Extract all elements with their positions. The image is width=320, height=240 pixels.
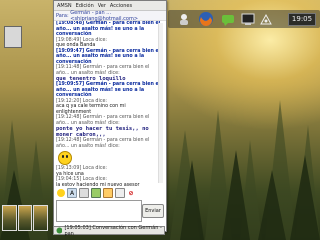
message-input[interactable] — [56, 200, 142, 222]
chat-scrollbar[interactable] — [158, 23, 163, 183]
to-value: Germán - pan ... <shipriang@hotmail.com> — [70, 9, 139, 22]
chat-line: [19:12:48] Germán - para cerra bien el a… — [56, 115, 150, 126]
chat-window: AMSN Edición Ver Acciones Para: Germán -… — [53, 0, 167, 232]
workspace-thumb[interactable] — [33, 205, 49, 231]
webcam-icon[interactable] — [91, 188, 101, 198]
chat-line: [19:12:48] Germán - para cerra bien el a… — [56, 138, 150, 149]
chat-messages: [19:13:09] Loca dice: ya hice una [19:04:1… — [56, 166, 162, 186]
firefox-icon[interactable] — [198, 11, 214, 27]
chat-line: [19:11:48] Germán - para cerra bien el a… — [56, 65, 150, 76]
chat-line: [19:09:57] Germán - para cerra bien el a… — [56, 82, 161, 98]
smiley-emoticon-icon — [58, 151, 72, 165]
chat-line: [19:08:48] Germán - para cerra bien el a… — [56, 21, 161, 37]
voice-clip-icon[interactable] — [115, 188, 125, 198]
font-icon[interactable]: A — [67, 188, 77, 198]
terminal-icon[interactable] — [240, 11, 256, 27]
menu-acciones[interactable]: Acciones — [110, 3, 132, 9]
menu-ver[interactable]: Ver — [98, 3, 106, 9]
chat-messages: [19:08:48] Germán - para cerra bien el a… — [56, 21, 162, 149]
amsn-taskbar-icon — [56, 227, 63, 234]
formatting-toolbar: A ⊘ — [55, 188, 165, 198]
send-file-icon[interactable] — [79, 188, 89, 198]
send-button[interactable]: Enviar — [142, 204, 164, 218]
taskbar-window-button[interactable]: [19:05:03] Conversación con Germán - pan — [53, 224, 165, 237]
emoticon-icon[interactable] — [57, 189, 65, 197]
block-icon[interactable]: ⊘ — [127, 189, 135, 197]
menu-amsn[interactable]: AMSN — [57, 3, 72, 9]
workspace-thumb[interactable] — [2, 205, 17, 231]
desktop-icon[interactable] — [4, 26, 22, 48]
menu-edicion[interactable]: Edición — [76, 3, 94, 9]
recipient-bar: Para: Germán - pan ... <shipriang@hotmai… — [54, 9, 166, 22]
pidgin-icon[interactable] — [220, 11, 236, 27]
user-icon[interactable] — [176, 11, 192, 27]
chat-line: aca q ya cale termino con mi enlightenme… — [56, 104, 126, 115]
workspace-switcher[interactable] — [2, 205, 49, 231]
network-icon[interactable] — [258, 11, 274, 27]
chat-line: ponte yo hacer tu tesis,, no moner cabro… — [56, 126, 149, 138]
taskbar-label: [19:05:03] Conversación con Germán - pan — [64, 224, 162, 237]
clock[interactable]: 19:05 — [288, 13, 316, 26]
chat-line: [19:09:47] Germán - para cerra bien el a… — [56, 48, 161, 65]
nudge-icon[interactable] — [103, 188, 113, 198]
to-label: Para: — [56, 12, 69, 19]
chat-log[interactable]: [19:08:48] Germán - para cerra bien el a… — [56, 21, 162, 186]
chat-line: la estoy haciendo mi nuevo asesor — [56, 182, 140, 187]
workspace-thumb[interactable] — [17, 205, 33, 231]
